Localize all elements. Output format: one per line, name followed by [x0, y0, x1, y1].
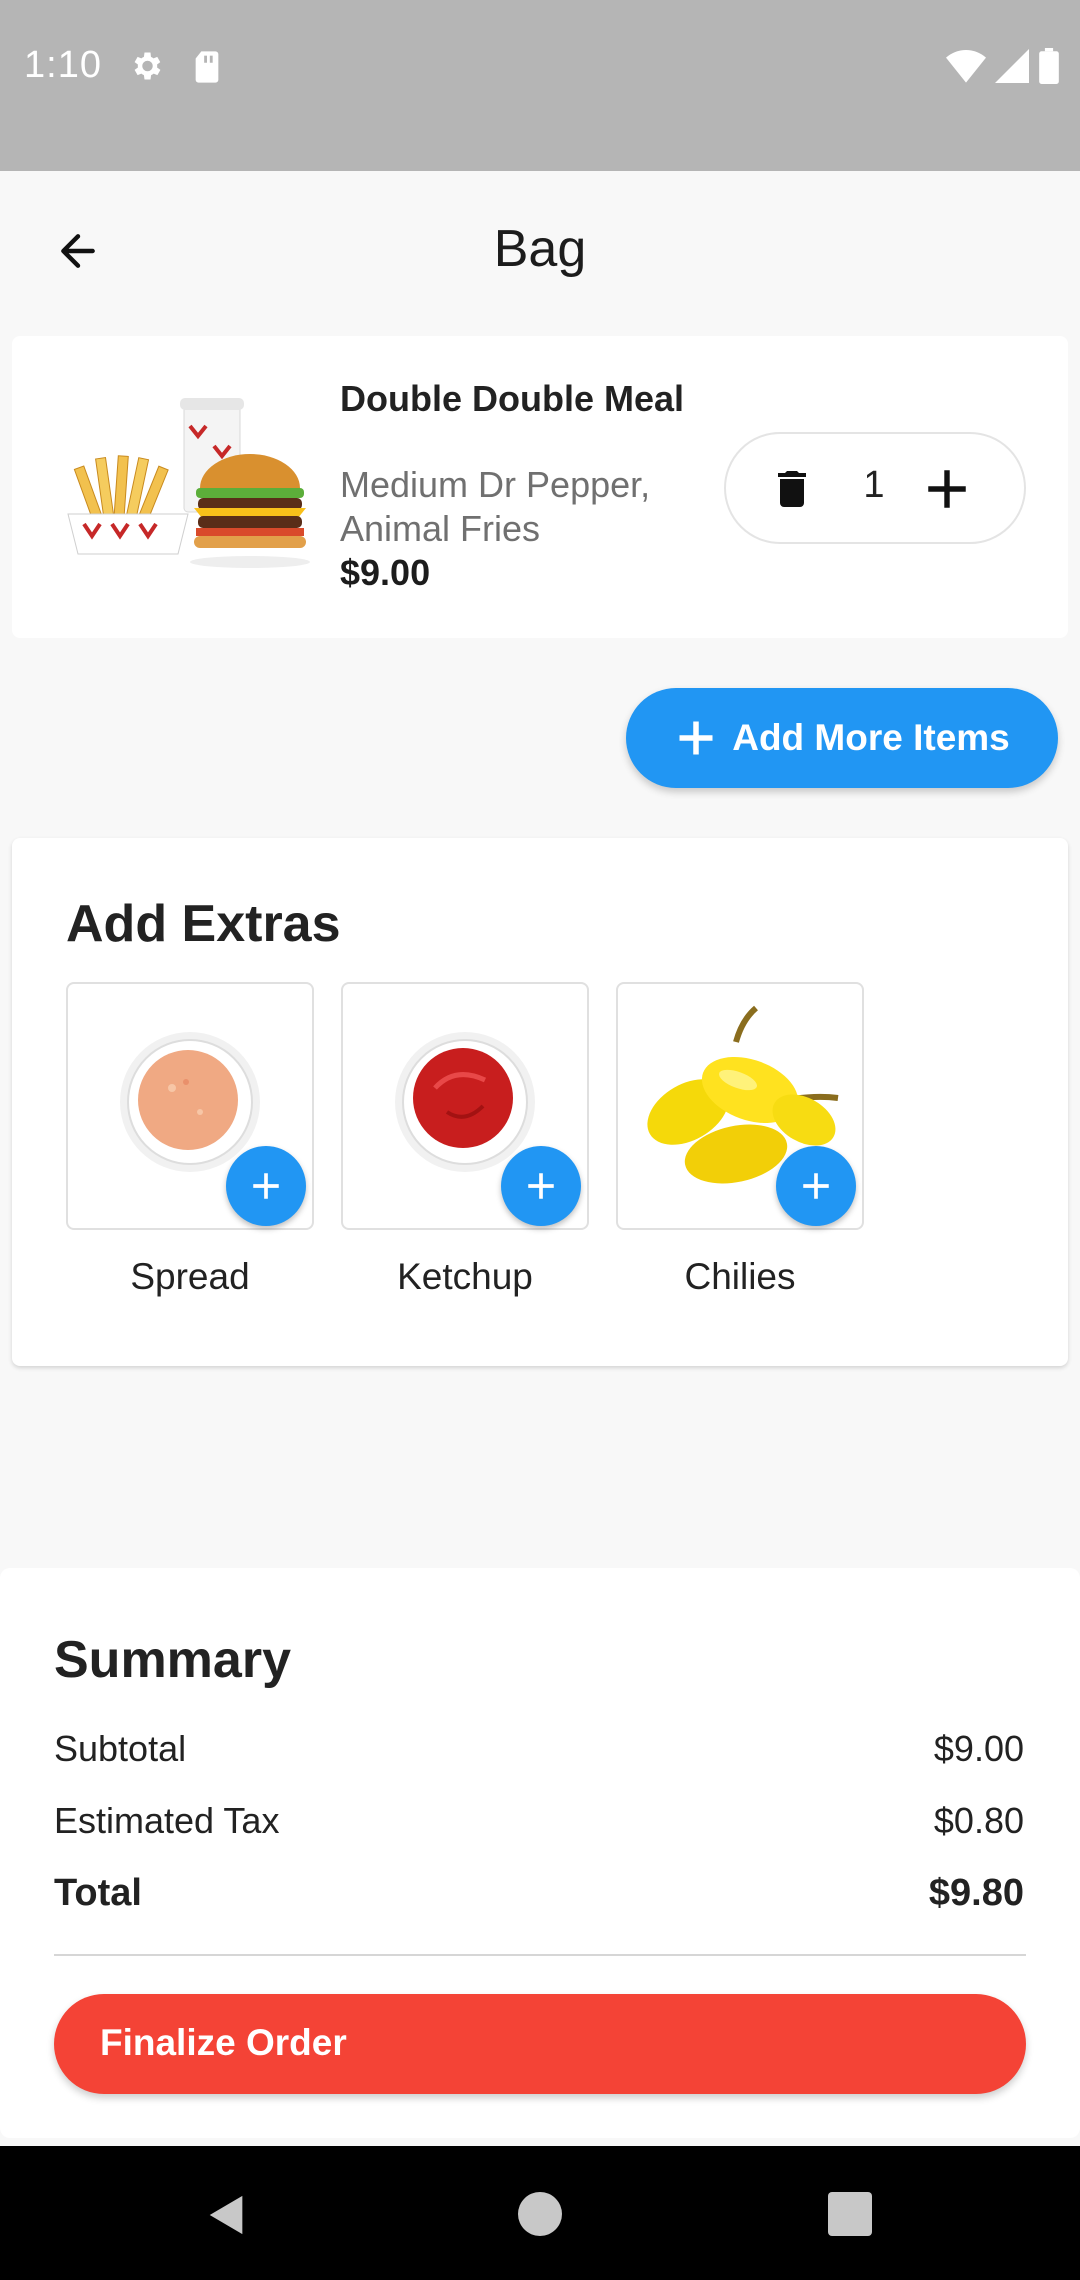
item-description-line2: Animal Fries: [340, 508, 541, 549]
finalize-order-button[interactable]: Finalize Order: [54, 1994, 1026, 2094]
nav-back-icon[interactable]: [204, 2192, 250, 2238]
item-description-line1: Medium Dr Pepper,: [340, 464, 651, 505]
subtotal-label: Subtotal: [54, 1728, 187, 1769]
arrow-back-icon: [61, 234, 95, 268]
extras-card: Add Extras Spread Ketchup Chilies: [12, 838, 1068, 1366]
plus-icon: [679, 721, 713, 755]
add-chilies-button[interactable]: [776, 1146, 856, 1226]
status-time: 1:10: [24, 44, 102, 86]
bag-screen: 1:10 Bag Double Double Meal Medium Dr Pe…: [0, 0, 1080, 2280]
quantity-value: 1: [863, 464, 885, 506]
gear-icon: [134, 52, 161, 80]
extra-label: Spread: [130, 1256, 250, 1297]
battery-icon: [1039, 48, 1059, 84]
extra-label: Chilies: [684, 1256, 796, 1297]
extra-label: Ketchup: [397, 1256, 533, 1297]
back-button[interactable]: [38, 221, 118, 281]
trash-icon[interactable]: [768, 464, 816, 514]
add-more-items-label: Add More Items: [732, 717, 1010, 758]
finalize-order-label: Finalize Order: [100, 2022, 347, 2063]
extra-item-spread[interactable]: Spread: [66, 982, 314, 1298]
page-title: Bag: [493, 220, 587, 278]
add-ketchup-button[interactable]: [501, 1146, 581, 1226]
tax-label: Estimated Tax: [54, 1800, 280, 1841]
status-right-icons: [946, 48, 1060, 84]
item-price: $9.00: [340, 552, 431, 593]
cart-item-card: Double Double Meal Medium Dr Pepper, Ani…: [12, 336, 1068, 638]
burger-meal-image: [67, 398, 310, 568]
sd-card-icon: [195, 51, 219, 83]
plus-icon: [803, 1173, 829, 1199]
nav-home-icon[interactable]: [518, 2192, 562, 2236]
plus-icon: [253, 1173, 279, 1199]
app-bar: Bag: [0, 171, 1080, 331]
tax-row: Estimated Tax $0.80: [54, 1800, 1024, 1842]
subtotal-row: Subtotal $9.00: [54, 1728, 1024, 1770]
system-nav-bar: [0, 2146, 1080, 2280]
extra-image-box: [66, 982, 314, 1230]
plus-icon[interactable]: [922, 464, 972, 514]
signal-icon: [995, 49, 1029, 83]
total-label: Total: [54, 1872, 142, 1914]
summary-divider: [54, 1954, 1026, 1956]
nav-recents-icon[interactable]: [828, 2192, 872, 2236]
add-more-items-button[interactable]: Add More Items: [626, 688, 1058, 788]
extra-image-box: [616, 982, 864, 1230]
status-bar: 1:10: [0, 0, 1080, 171]
wifi-icon: [946, 50, 986, 83]
extras-title: Add Extras: [66, 895, 341, 953]
summary-title: Summary: [54, 1631, 291, 1689]
add-spread-button[interactable]: [226, 1146, 306, 1226]
extra-image-box: [341, 982, 589, 1230]
tax-value: $0.80: [933, 1800, 1024, 1841]
plus-icon: [528, 1173, 554, 1199]
item-name: Double Double Meal: [340, 378, 685, 419]
extra-item-chilies[interactable]: Chilies: [616, 982, 864, 1298]
quantity-stepper: 1: [724, 432, 1026, 544]
total-row: Total $9.80: [54, 1872, 1024, 1915]
extra-item-ketchup[interactable]: Ketchup: [341, 982, 589, 1298]
total-value: $9.80: [928, 1872, 1024, 1914]
subtotal-value: $9.00: [933, 1728, 1024, 1769]
summary-panel: Summary Subtotal $9.00 Estimated Tax $0.…: [0, 1568, 1080, 2138]
